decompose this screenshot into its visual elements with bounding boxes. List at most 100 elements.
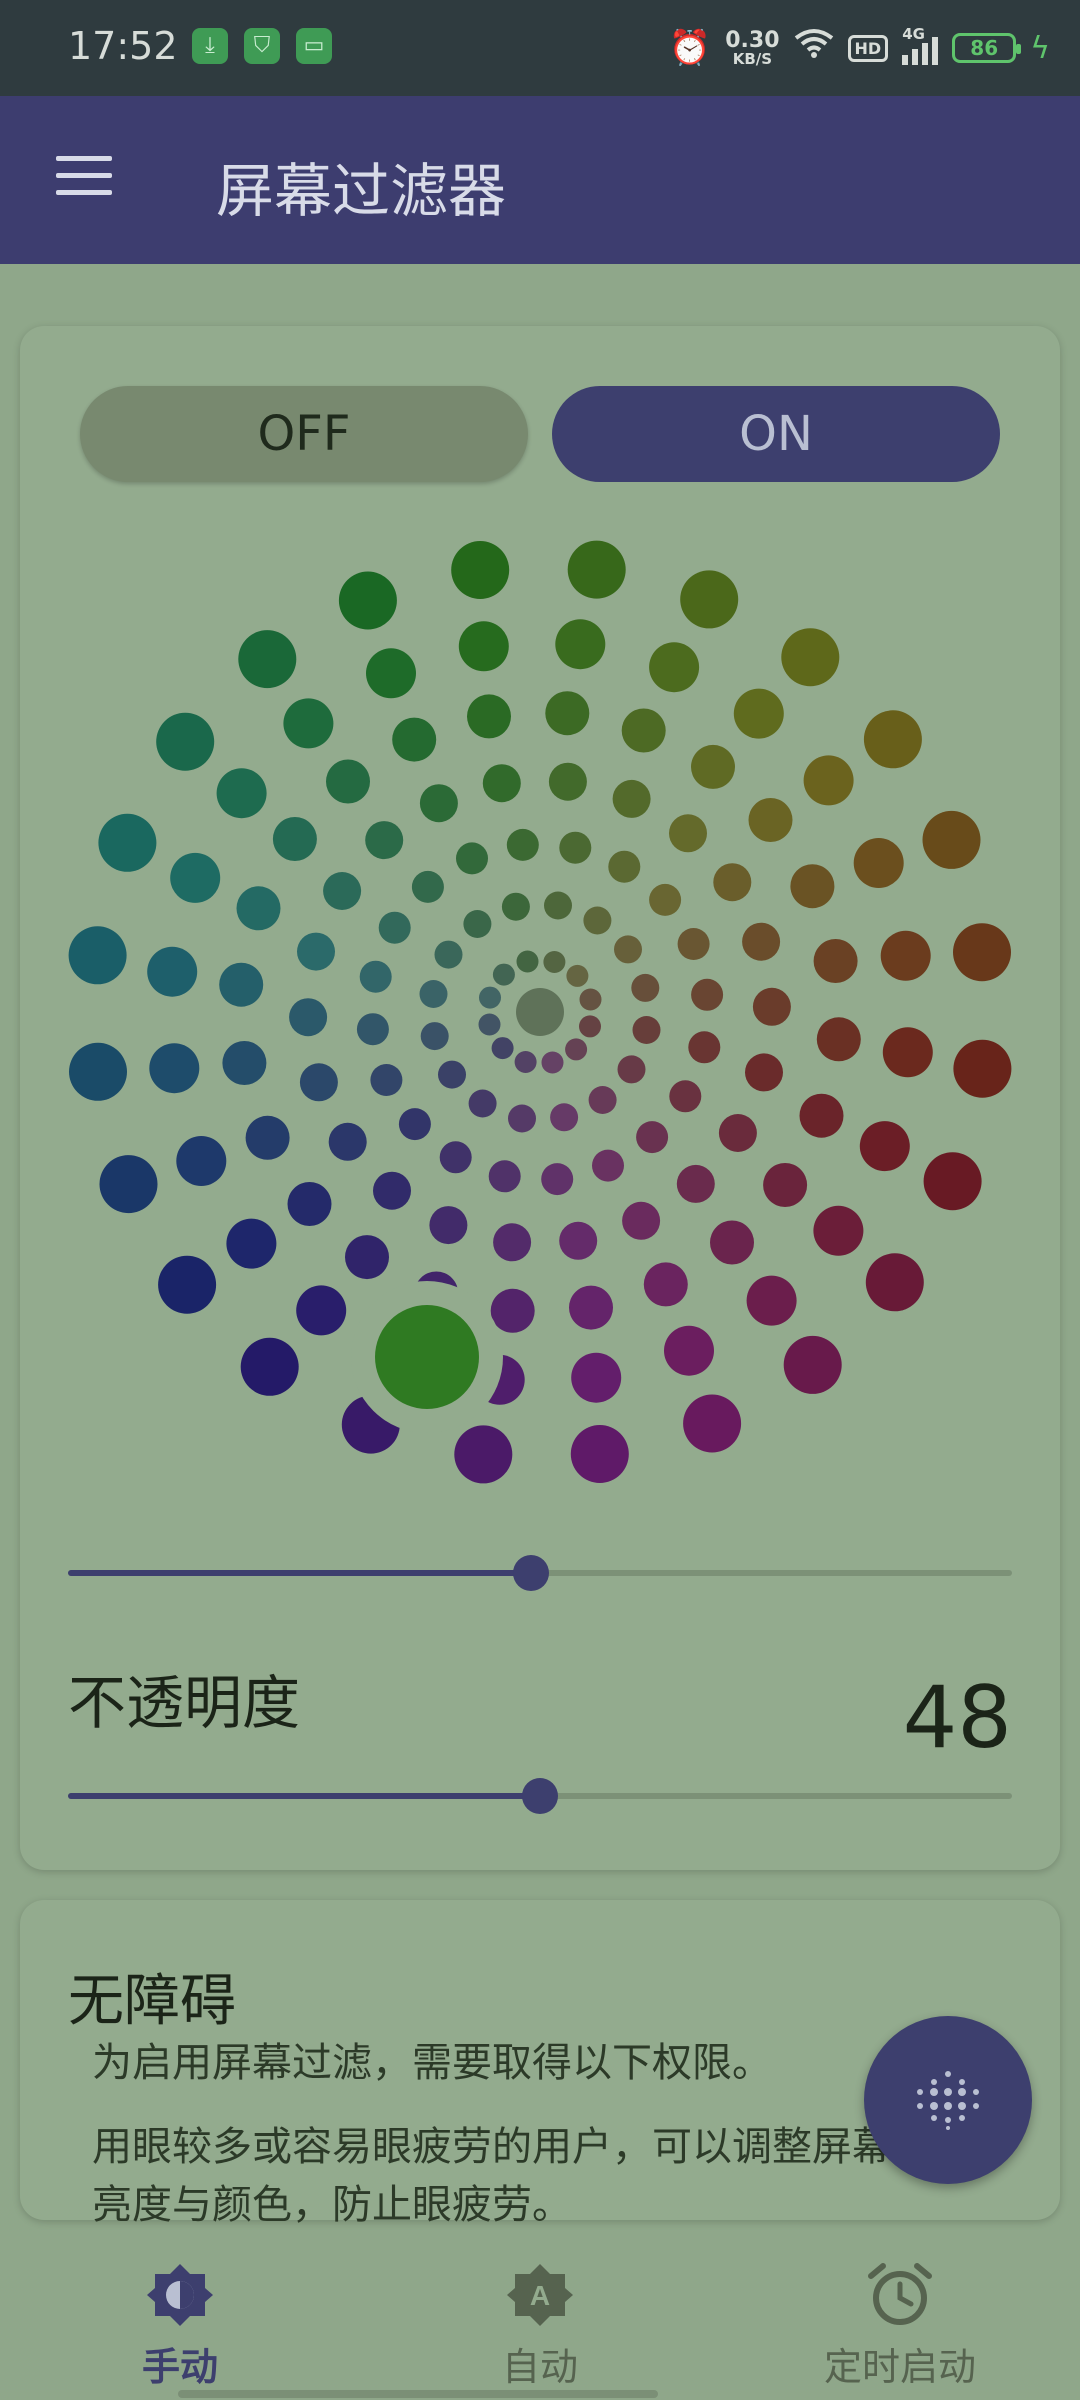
opacity-slider[interactable] — [68, 1778, 1012, 1814]
color-dot[interactable] — [567, 540, 626, 599]
color-dot[interactable] — [922, 810, 981, 869]
color-dot[interactable] — [783, 1335, 842, 1394]
color-dot[interactable] — [516, 950, 539, 973]
color-dot[interactable] — [579, 988, 602, 1011]
color-dot[interactable] — [216, 768, 267, 819]
color-dot[interactable] — [99, 1155, 158, 1214]
nav-manual[interactable]: 手动 — [0, 2230, 360, 2400]
color-dot[interactable] — [366, 648, 416, 699]
color-dot[interactable] — [176, 1136, 227, 1186]
color-dot[interactable] — [296, 1285, 347, 1336]
color-dot[interactable] — [816, 1017, 861, 1062]
color-dot[interactable] — [664, 1325, 714, 1376]
color-dot[interactable] — [614, 935, 642, 964]
color-dot[interactable] — [748, 798, 793, 842]
color-dot[interactable] — [592, 1149, 624, 1182]
color-dot[interactable] — [622, 1201, 661, 1240]
color-dot[interactable] — [245, 1115, 290, 1160]
hamburger-menu-icon[interactable] — [56, 156, 112, 196]
color-dot[interactable] — [299, 1063, 338, 1102]
color-dot[interactable] — [419, 980, 448, 1008]
color-dot[interactable] — [733, 688, 784, 739]
color-dot[interactable] — [238, 630, 297, 689]
color-dot[interactable] — [763, 1163, 808, 1207]
color-dot[interactable] — [617, 1055, 646, 1084]
color-dot[interactable] — [799, 1093, 844, 1138]
color-dot[interactable] — [411, 870, 444, 903]
color-dot[interactable] — [579, 1015, 601, 1038]
color-dot[interactable] — [458, 621, 509, 672]
nav-schedule[interactable]: 定时启动 — [720, 2230, 1080, 2400]
color-dot[interactable] — [688, 1031, 721, 1064]
color-dot[interactable] — [467, 694, 511, 739]
color-dot[interactable] — [482, 764, 521, 803]
color-dot[interactable] — [398, 1108, 431, 1141]
filter-fab-button[interactable] — [864, 2016, 1032, 2184]
color-dot[interactable] — [544, 891, 572, 920]
color-dot[interactable] — [632, 1016, 661, 1044]
color-dot[interactable] — [438, 1060, 466, 1089]
color-dot[interactable] — [170, 852, 221, 903]
color-slider[interactable] — [68, 1555, 1012, 1591]
color-dot[interactable] — [691, 978, 724, 1011]
color-dot[interactable] — [680, 570, 739, 629]
color-dot[interactable] — [813, 1205, 864, 1256]
color-dot[interactable] — [272, 817, 317, 861]
color-dot[interactable] — [488, 1160, 521, 1193]
color-dot[interactable] — [583, 906, 612, 935]
color-dot[interactable] — [790, 864, 835, 909]
opacity-slider-thumb[interactable] — [522, 1778, 558, 1814]
color-dot[interactable] — [865, 1253, 924, 1312]
color-dot[interactable] — [419, 784, 458, 823]
color-dot[interactable] — [631, 973, 660, 1002]
color-dot[interactable] — [147, 946, 198, 997]
color-dot[interactable] — [287, 1182, 332, 1226]
color-dot[interactable] — [548, 762, 587, 801]
color-dot[interactable] — [752, 987, 791, 1026]
color-dot[interactable] — [555, 619, 606, 670]
color-dot[interactable] — [559, 1221, 598, 1260]
nav-auto[interactable]: A 自动 — [360, 2230, 720, 2400]
color-dot[interactable] — [392, 717, 437, 762]
color-dot[interactable] — [853, 838, 904, 888]
color-dot[interactable] — [745, 1053, 783, 1092]
color-dot[interactable] — [508, 1104, 536, 1133]
color-dot[interactable] — [608, 850, 641, 883]
color-dot[interactable] — [226, 1218, 277, 1269]
color-dot[interactable] — [373, 1171, 411, 1210]
color-dot[interactable] — [570, 1425, 629, 1483]
color-slider-thumb[interactable] — [512, 1555, 549, 1591]
color-dot[interactable] — [69, 1042, 127, 1101]
color-dot[interactable] — [569, 1285, 613, 1330]
color-dot[interactable] — [158, 1255, 217, 1314]
color-dot[interactable] — [468, 1089, 497, 1118]
color-dot[interactable] — [451, 541, 510, 599]
color-dot[interactable] — [683, 1394, 742, 1453]
color-dot[interactable] — [328, 1122, 367, 1161]
color-dot[interactable] — [501, 892, 530, 921]
color-dot[interactable] — [326, 759, 370, 804]
color-dot[interactable] — [490, 1288, 535, 1333]
color-dot[interactable] — [691, 744, 735, 789]
selected-color-dot[interactable] — [375, 1305, 479, 1409]
color-dot[interactable] — [859, 1121, 910, 1172]
color-dot[interactable] — [359, 960, 392, 993]
color-dot[interactable] — [514, 1051, 537, 1073]
color-dot[interactable] — [356, 1013, 389, 1046]
color-dot[interactable] — [746, 1275, 797, 1326]
color-dot[interactable] — [493, 1223, 532, 1262]
color-dot[interactable] — [506, 828, 539, 861]
color-dot[interactable] — [649, 642, 700, 693]
color-dot[interactable] — [289, 998, 328, 1037]
color-dot[interactable] — [516, 988, 564, 1036]
color-dot[interactable] — [636, 1121, 669, 1154]
color-dot[interactable] — [156, 712, 215, 771]
color-dot[interactable] — [478, 1013, 501, 1036]
color-dot[interactable] — [479, 986, 501, 1009]
color-dot[interactable] — [491, 1037, 514, 1060]
color-dot[interactable] — [545, 691, 590, 736]
color-dot[interactable] — [378, 911, 411, 944]
color-dot[interactable] — [649, 883, 682, 916]
color-dot[interactable] — [434, 940, 463, 969]
color-dot[interactable] — [456, 842, 488, 875]
